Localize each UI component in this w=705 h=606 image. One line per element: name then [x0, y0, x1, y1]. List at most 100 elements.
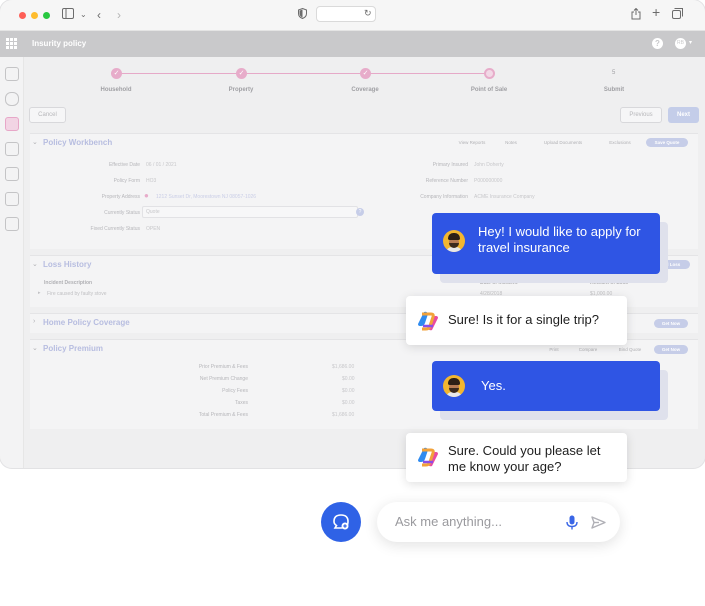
chevron-down-icon[interactable]: ⌄ — [32, 344, 38, 352]
tab-overview-icon[interactable] — [672, 8, 683, 22]
print-button[interactable]: Print — [542, 345, 566, 354]
column-header: Date of Incident — [480, 280, 518, 286]
chart-icon[interactable] — [5, 217, 19, 231]
chat-input-placeholder[interactable]: Ask me anything... — [395, 514, 502, 529]
back-arrow-icon[interactable]: ‹ — [97, 8, 101, 22]
chevron-right-icon[interactable]: › — [33, 318, 35, 325]
info-icon[interactable]: ? — [356, 208, 364, 216]
compare-button[interactable]: Compare — [570, 345, 606, 354]
chat-message-user: Hey! I would like to apply for travel in… — [432, 213, 660, 274]
chevron-down-icon[interactable]: ▾ — [689, 39, 692, 46]
effective-date-input[interactable]: 06 / 01 / 2021 — [146, 162, 177, 168]
documents-icon[interactable] — [5, 142, 19, 156]
premium-label: Net Premium Change — [199, 376, 248, 382]
policy-icon[interactable] — [5, 117, 19, 131]
location-pin-icon: ● — [144, 191, 149, 200]
step-household-check-icon[interactable]: ✓ — [111, 68, 122, 79]
previous-button[interactable]: Previous — [620, 107, 662, 123]
step-coverage-check-icon[interactable]: ✓ — [360, 68, 371, 79]
bind-quote-button[interactable]: Bind Quote — [610, 345, 650, 354]
chat-message-bot: Sure. Could you please let me know your … — [406, 433, 627, 482]
user-avatar[interactable]: RB — [675, 38, 686, 49]
chat-message-user: Yes. — [432, 361, 660, 411]
chat-bubble-icon — [333, 514, 349, 530]
premium-value: $0.00 — [342, 400, 355, 406]
user-avatar — [443, 375, 465, 397]
get-now-button[interactable]: Get Now — [654, 319, 688, 328]
current-status-select[interactable] — [142, 206, 358, 218]
app-header: Insurity policy ? RB ▾ — [0, 31, 705, 57]
save-quote-button[interactable]: Save Quote — [646, 138, 688, 147]
next-button[interactable]: Next — [668, 107, 699, 123]
step-label: Submit — [603, 87, 625, 93]
get-now-button[interactable]: Get Now — [654, 345, 688, 354]
premium-label: Prior Premium & Fees — [198, 364, 248, 370]
column-header: Amount of Loss — [590, 280, 629, 286]
forward-arrow-icon[interactable]: › — [117, 8, 121, 22]
field-label: Effective Date — [108, 162, 140, 168]
exclusions-button[interactable]: Exclusions — [600, 138, 640, 147]
step-point-of-sale-indicator[interactable] — [484, 68, 495, 79]
app-title: Insurity policy — [32, 39, 87, 48]
step-property-check-icon[interactable]: ✓ — [236, 68, 247, 79]
field-label: Fixed Currently Status — [90, 226, 140, 232]
field-label: Policy Form — [113, 178, 140, 184]
field-label: Primary Insured — [432, 162, 468, 168]
help-icon[interactable]: ? — [652, 38, 663, 49]
notes-button[interactable]: Notes — [498, 138, 524, 147]
chevron-down-icon[interactable]: ⌄ — [32, 138, 38, 146]
panel-title: Home Policy Coverage — [43, 318, 130, 327]
privacy-shield-icon[interactable] — [298, 7, 307, 22]
policy-form-input[interactable]: HO3 — [146, 178, 156, 184]
premium-label: Policy Fees — [222, 388, 248, 394]
maximize-window-button[interactable] — [43, 12, 50, 19]
minimize-window-button[interactable] — [31, 12, 38, 19]
chat-message-bot: Sure! Is it for a single trip? — [406, 296, 627, 345]
chat-message-text: Hey! I would like to apply for travel in… — [478, 224, 641, 255]
property-address-input[interactable]: 1212 Sunset Dr, Moorestown NJ 08057-1026 — [156, 194, 256, 200]
copilot-logo-icon — [418, 311, 438, 331]
user-avatar — [443, 230, 465, 252]
panel-title: Policy Premium — [43, 344, 104, 353]
car-icon[interactable] — [5, 92, 19, 106]
address-bar[interactable]: ↻ — [316, 6, 376, 22]
view-reports-button[interactable]: View Reports — [450, 138, 494, 147]
field-label: Currently Status — [104, 210, 140, 216]
new-tab-icon[interactable]: + — [652, 5, 660, 19]
share-icon[interactable] — [631, 7, 641, 23]
clipboard-icon[interactable] — [5, 167, 19, 181]
column-header: Incident Description — [44, 280, 93, 286]
field-label: Reference Number — [425, 178, 468, 184]
upload-documents-button[interactable]: Upload Documents — [530, 138, 596, 147]
send-icon[interactable] — [591, 516, 606, 529]
chevron-down-icon[interactable]: ⌄ — [80, 8, 87, 22]
new-chat-button[interactable] — [321, 502, 361, 542]
premium-label: Taxes — [234, 400, 248, 406]
chat-input-bar[interactable]: Ask me anything... — [377, 502, 620, 542]
sidebar-toggle-icon[interactable] — [62, 8, 74, 22]
reference-number-value: P000000000 — [474, 178, 503, 184]
building-icon[interactable] — [5, 192, 19, 206]
premium-label: Total Premium & Fees — [198, 412, 248, 418]
close-window-button[interactable] — [19, 12, 26, 19]
chat-message-text: Sure. Could you please let me know your … — [448, 443, 601, 474]
progress-stepper: ✓ Household ✓ Property ✓ Coverage Point … — [24, 57, 705, 101]
fixed-status-value[interactable]: OPEN — [146, 226, 160, 232]
field-label: Property Address — [101, 194, 140, 200]
premium-value: $1,686.00 — [332, 364, 355, 370]
primary-insured-value: John Doherty — [474, 162, 504, 168]
bullet-icon: ▸ — [38, 290, 41, 296]
chevron-down-icon[interactable]: ⌄ — [32, 260, 38, 268]
step-label: Coverage — [351, 87, 379, 93]
microphone-icon[interactable] — [566, 515, 578, 530]
step-number: 5 — [612, 70, 616, 76]
reload-icon[interactable]: ↻ — [364, 8, 372, 19]
premium-value: $0.00 — [342, 376, 355, 382]
current-status-value: Quote — [146, 209, 160, 215]
field-label: Company Information — [420, 194, 468, 200]
app-launcher-icon[interactable] — [6, 38, 17, 49]
cancel-button[interactable]: Cancel — [29, 107, 66, 123]
premium-value: $0.00 — [342, 388, 355, 394]
table-cell: Fire caused by faulty stove — [47, 291, 107, 297]
home-icon[interactable] — [5, 67, 19, 81]
